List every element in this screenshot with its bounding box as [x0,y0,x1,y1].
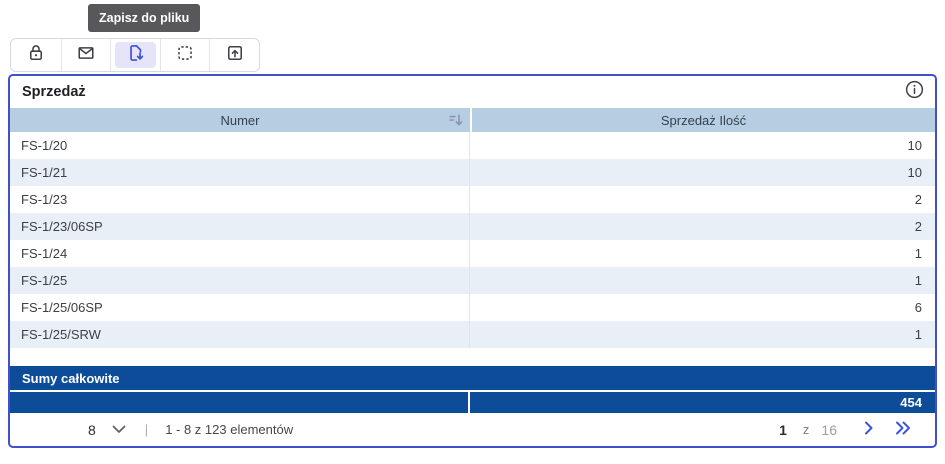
cell-ilosc: 2 [914,219,922,234]
cell-ilosc: 10 [907,165,922,180]
info-button[interactable] [903,79,925,105]
last-page-button[interactable] [891,418,915,442]
of-label: z [802,422,810,437]
column-header-label: Sprzedaż Ilość [660,112,747,128]
marquee-selection-icon [174,42,196,69]
chevron-right-icon [864,421,874,438]
cell-numer: FS-1/25/SRW [10,321,470,348]
table-row[interactable]: FS-1/25 1 [10,267,935,294]
totals-header: Sumy całkowite [10,366,935,390]
table-row[interactable]: FS-1/25/06SP 6 [10,294,935,321]
cell-ilosc: 6 [914,300,922,315]
sales-grid-panel: Sprzedaż Numer Sprzedaż Ilość FS-1/20 10… [8,74,937,448]
page-size-value: 8 [88,421,96,438]
cell-ilosc: 1 [914,273,922,288]
lock-button[interactable] [11,39,61,71]
table-row[interactable]: FS-1/24 1 [10,240,935,267]
cell-numer: FS-1/23 [10,186,470,213]
cell-numer: FS-1/20 [10,132,470,159]
column-header-numer[interactable]: Numer [10,108,470,132]
cell-ilosc: 1 [914,246,922,261]
tooltip-label: Zapisz do pliku [99,11,190,25]
cell-numer: FS-1/25 [10,267,470,294]
grid-header: Numer Sprzedaż Ilość [10,108,935,132]
email-icon [75,42,97,69]
pagination-separator: | [144,422,149,437]
cell-ilosc: 2 [914,192,922,207]
pagination-controls: 1 z 16 [779,418,915,442]
selection-button[interactable] [159,39,210,71]
table-row[interactable]: FS-1/23 2 [10,186,935,213]
cell-numer: FS-1/24 [10,240,470,267]
grid-body: FS-1/20 10 FS-1/21 10 FS-1/23 2 FS-1/23/… [10,132,935,348]
export-button[interactable] [209,39,259,71]
table-row[interactable]: FS-1/20 10 [10,132,935,159]
next-page-button[interactable] [857,418,881,442]
save-to-file-button[interactable] [110,39,160,71]
chevron-down-icon [96,422,126,437]
panel-title-row: Sprzedaż [10,76,935,108]
column-header-label: Numer [220,112,260,128]
cell-ilosc: 10 [907,138,922,153]
totals-row: 454 [10,392,935,413]
page-size-dropdown[interactable]: 8 [88,422,126,438]
tooltip-save-to-file: Zapisz do pliku [88,4,201,32]
range-text: 1 - 8 z 123 elementów [165,422,294,437]
cell-ilosc: 1 [914,327,922,342]
pagination-bar: 8 | 1 - 8 z 123 elementów 1 z 16 [10,413,935,446]
cell-numer: FS-1/25/06SP [10,294,470,321]
email-button[interactable] [60,39,111,71]
table-row[interactable]: FS-1/21 10 [10,159,935,186]
sort-ascending-icon [448,112,464,131]
page-title: Sprzedaż [22,84,86,100]
lock-icon [25,42,47,69]
current-page[interactable]: 1 [779,422,787,438]
totals-value: 454 [900,395,922,410]
file-download-icon [125,42,147,69]
column-header-ilosc[interactable]: Sprzedaż Ilość [472,108,935,132]
info-icon [904,79,925,105]
toolbar [10,38,260,72]
totals-cell-empty [10,392,470,413]
cell-numer: FS-1/23/06SP [10,213,470,240]
cell-numer: FS-1/21 [10,159,470,186]
total-pages: 16 [821,421,837,438]
export-up-icon [224,42,246,69]
double-chevron-right-icon [895,421,911,438]
table-row[interactable]: FS-1/25/SRW 1 [10,321,935,348]
table-row[interactable]: FS-1/23/06SP 2 [10,213,935,240]
